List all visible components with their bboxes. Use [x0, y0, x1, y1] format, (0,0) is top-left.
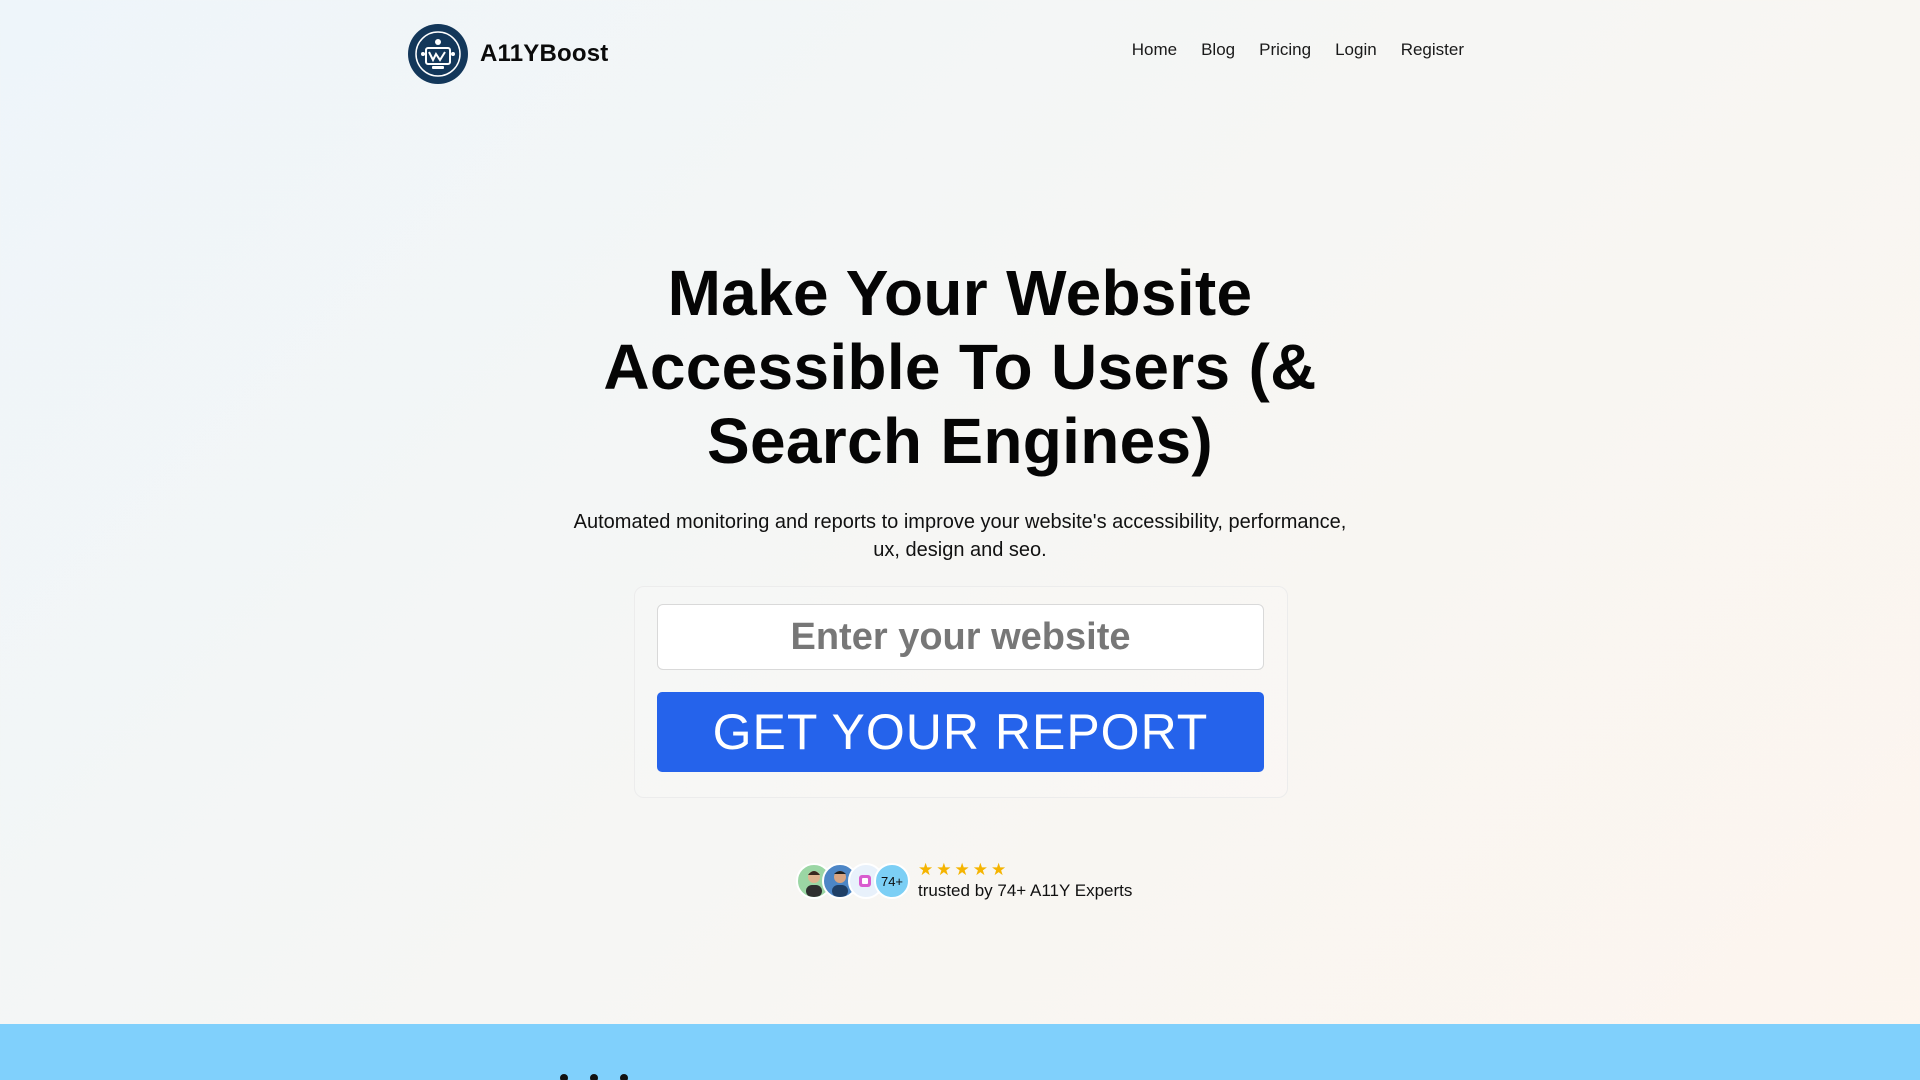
proof-text: ★ ★ ★ ★ ★ trusted by 74+ A11Y Experts — [918, 861, 1132, 901]
rating-stars: ★ ★ ★ ★ ★ — [918, 861, 1132, 879]
main-nav: Home Blog Pricing Login Register — [1132, 40, 1464, 60]
brand-link[interactable]: A11YBoost — [408, 24, 609, 84]
next-section-band — [0, 1024, 1920, 1080]
trusted-caption: trusted by 74+ A11Y Experts — [918, 881, 1133, 900]
brand-name: A11YBoost — [480, 40, 609, 67]
dot-icon — [620, 1074, 628, 1080]
logo-icon — [408, 24, 468, 84]
nav-pricing[interactable]: Pricing — [1259, 40, 1311, 60]
star-icon: ★ — [918, 860, 934, 879]
get-report-button[interactable]: GET YOUR REPORT — [657, 692, 1264, 772]
dot-icon — [590, 1074, 598, 1080]
dot-icon — [560, 1074, 568, 1080]
nav-home[interactable]: Home — [1132, 40, 1177, 60]
site-header: A11YBoost Home Blog Pricing Login Regist… — [0, 0, 1920, 110]
hero-subtitle: Automated monitoring and reports to impr… — [573, 511, 1347, 561]
hero-title: Make Your Website Accessible To Users (&… — [603, 257, 1317, 477]
band-decoration — [560, 1074, 628, 1080]
nav-register[interactable]: Register — [1401, 40, 1464, 60]
website-url-input[interactable] — [657, 604, 1264, 670]
star-icon: ★ — [954, 860, 970, 879]
star-icon: ★ — [936, 860, 952, 879]
star-icon: ★ — [972, 860, 988, 879]
avatar-count-badge: 74+ — [874, 863, 910, 899]
nav-blog[interactable]: Blog — [1201, 40, 1235, 60]
nav-login[interactable]: Login — [1335, 40, 1377, 60]
star-icon: ★ — [991, 860, 1007, 879]
avatar-stack: 74+ — [796, 863, 910, 899]
social-proof: 74+ ★ ★ ★ ★ ★ trusted by 74+ A11Y Expert… — [796, 856, 1132, 906]
